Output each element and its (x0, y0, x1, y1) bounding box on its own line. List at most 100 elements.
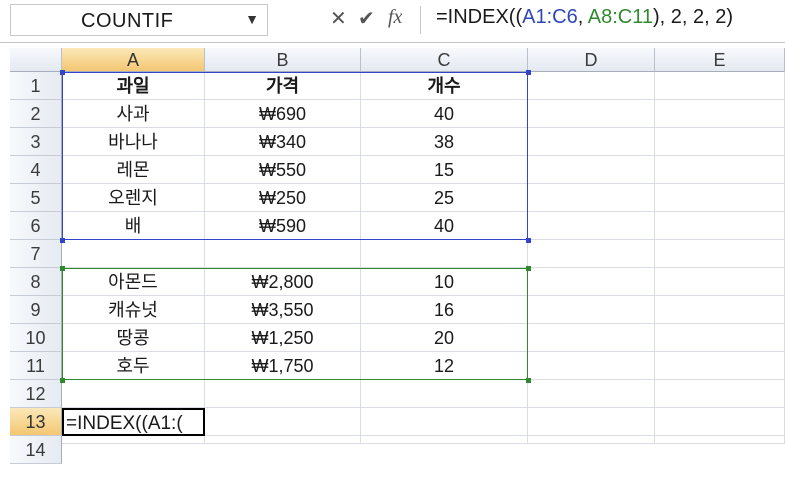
cell-a8[interactable]: 아몬드 (62, 268, 205, 296)
cell-b8[interactable]: ₩2,800 (205, 268, 361, 296)
row-header-3[interactable]: 3 (10, 128, 62, 156)
cell-d12[interactable] (528, 380, 655, 408)
cell-a12[interactable] (62, 380, 205, 408)
cell-d7[interactable] (528, 240, 655, 268)
row-header-7[interactable]: 7 (10, 240, 62, 268)
row-header-10[interactable]: 10 (10, 324, 62, 352)
enter-icon[interactable]: ✔ (358, 6, 375, 31)
cell-c13[interactable] (361, 408, 528, 436)
cell-c6[interactable]: 40 (361, 212, 528, 240)
cell-d1[interactable] (528, 72, 655, 100)
cell-d4[interactable] (528, 156, 655, 184)
range-handle[interactable] (60, 238, 65, 243)
cell-b13[interactable] (205, 408, 361, 436)
range-handle[interactable] (60, 70, 65, 75)
cell-c3[interactable]: 38 (361, 128, 528, 156)
cell-b1[interactable]: 가격 (205, 72, 361, 100)
range-handle[interactable] (60, 266, 65, 271)
cell-a9[interactable]: 캐슈넛 (62, 296, 205, 324)
row-header-5[interactable]: 5 (10, 184, 62, 212)
formula-input[interactable]: =INDEX((A1:C6, A8:C11), 2, 2, 2) (436, 6, 733, 29)
cell-e12[interactable] (655, 380, 785, 408)
row-header-14[interactable]: 14 (10, 436, 62, 464)
cell-e2[interactable] (655, 100, 785, 128)
select-all-corner[interactable] (10, 48, 62, 72)
column-header-e[interactable]: E (655, 48, 785, 72)
row-header-9[interactable]: 9 (10, 296, 62, 324)
cell-e6[interactable] (655, 212, 785, 240)
cell-e11[interactable] (655, 352, 785, 380)
cell-b7[interactable] (205, 240, 361, 268)
column-header-b[interactable]: B (205, 48, 361, 72)
row-header-8[interactable]: 8 (10, 268, 62, 296)
cell-b3[interactable]: ₩340 (205, 128, 361, 156)
column-header-d[interactable]: D (528, 48, 655, 72)
cell-b11[interactable]: ₩1,750 (205, 352, 361, 380)
cell-e14[interactable] (655, 436, 785, 444)
chevron-down-icon[interactable]: ▼ (245, 11, 259, 27)
cell-c7[interactable] (361, 240, 528, 268)
cell-d13[interactable] (528, 408, 655, 436)
cell-d10[interactable] (528, 324, 655, 352)
cancel-icon[interactable]: ✕ (330, 6, 347, 31)
cell-e9[interactable] (655, 296, 785, 324)
cell-c11[interactable]: 12 (361, 352, 528, 380)
cell-b5[interactable]: ₩250 (205, 184, 361, 212)
cell-e8[interactable] (655, 268, 785, 296)
cell-e3[interactable] (655, 128, 785, 156)
cell-e4[interactable] (655, 156, 785, 184)
cell-a13[interactable]: =INDEX((A1:( (62, 408, 205, 436)
cell-e5[interactable] (655, 184, 785, 212)
range-handle[interactable] (60, 378, 65, 383)
cell-a4[interactable]: 레몬 (62, 156, 205, 184)
cell-b12[interactable] (205, 380, 361, 408)
cell-b2[interactable]: ₩690 (205, 100, 361, 128)
cell-a1[interactable]: 과일 (62, 72, 205, 100)
cell-e10[interactable] (655, 324, 785, 352)
cell-e1[interactable] (655, 72, 785, 100)
cell-b14[interactable] (205, 436, 361, 444)
cell-c10[interactable]: 20 (361, 324, 528, 352)
cell-c12[interactable] (361, 380, 528, 408)
cell-b10[interactable]: ₩1,250 (205, 324, 361, 352)
row-header-2[interactable]: 2 (10, 100, 62, 128)
cell-e13[interactable] (655, 408, 785, 436)
cell-a7[interactable] (62, 240, 205, 268)
row-header-6[interactable]: 6 (10, 212, 62, 240)
cell-a3[interactable]: 바나나 (62, 128, 205, 156)
cell-c14[interactable] (361, 436, 528, 444)
cell-d3[interactable] (528, 128, 655, 156)
insert-function-icon[interactable]: fx (388, 6, 402, 29)
range-handle[interactable] (526, 70, 531, 75)
range-handle[interactable] (526, 266, 531, 271)
cell-d8[interactable] (528, 268, 655, 296)
cell-d11[interactable] (528, 352, 655, 380)
cell-a5[interactable]: 오렌지 (62, 184, 205, 212)
cell-e7[interactable] (655, 240, 785, 268)
cell-c2[interactable]: 40 (361, 100, 528, 128)
cell-b9[interactable]: ₩3,550 (205, 296, 361, 324)
cell-c9[interactable]: 16 (361, 296, 528, 324)
range-handle[interactable] (526, 378, 531, 383)
cell-c8[interactable]: 10 (361, 268, 528, 296)
cell-c1[interactable]: 개수 (361, 72, 528, 100)
row-header-4[interactable]: 4 (10, 156, 62, 184)
column-header-a[interactable]: A (62, 48, 205, 72)
cell-d14[interactable] (528, 436, 655, 444)
range-handle[interactable] (526, 238, 531, 243)
cell-a2[interactable]: 사과 (62, 100, 205, 128)
cell-c4[interactable]: 15 (361, 156, 528, 184)
cell-b4[interactable]: ₩550 (205, 156, 361, 184)
row-header-13[interactable]: 13 (10, 408, 62, 436)
cell-b6[interactable]: ₩590 (205, 212, 361, 240)
cell-d5[interactable] (528, 184, 655, 212)
cell-a6[interactable]: 배 (62, 212, 205, 240)
cell-d6[interactable] (528, 212, 655, 240)
column-header-c[interactable]: C (361, 48, 528, 72)
cell-a10[interactable]: 땅콩 (62, 324, 205, 352)
row-header-12[interactable]: 12 (10, 380, 62, 408)
cell-d9[interactable] (528, 296, 655, 324)
cell-a11[interactable]: 호두 (62, 352, 205, 380)
row-header-1[interactable]: 1 (10, 72, 62, 100)
row-header-11[interactable]: 11 (10, 352, 62, 380)
